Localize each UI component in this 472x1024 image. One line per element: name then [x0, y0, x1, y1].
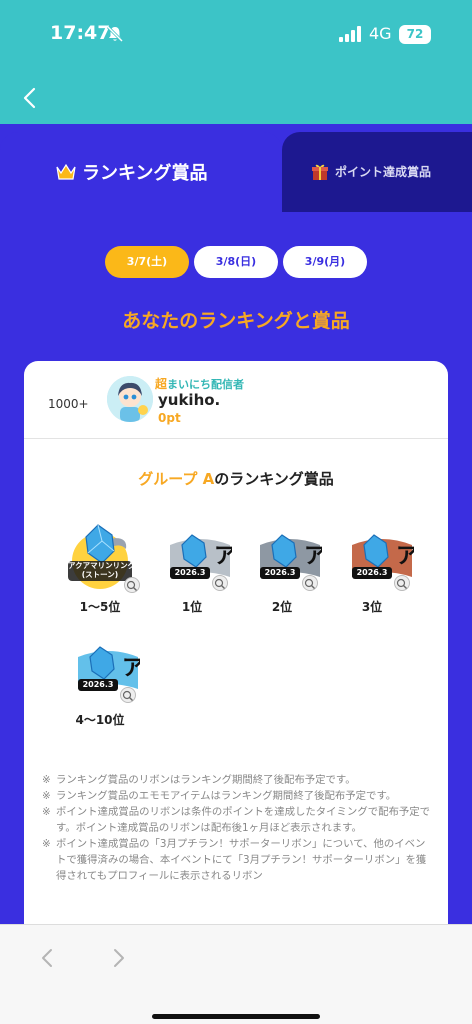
- prize-item-3[interactable]: ア 2026.3: [258, 531, 326, 595]
- svg-text:ア: ア: [396, 544, 414, 569]
- zoom-icon[interactable]: [120, 687, 136, 703]
- group-title-rest: のランキング賞品: [214, 470, 334, 488]
- zoom-icon[interactable]: [302, 575, 318, 591]
- back-chevron-icon[interactable]: [18, 84, 42, 112]
- tab-point-label: ポイント達成賞品: [335, 165, 432, 179]
- prize-item-1[interactable]: アクアマリンリング (ストーン): [64, 519, 140, 593]
- zoom-icon[interactable]: [212, 575, 228, 591]
- group-title: グループ Aのランキング賞品: [24, 468, 448, 489]
- zoom-icon[interactable]: [124, 577, 140, 593]
- note-mark: ※: [42, 838, 51, 850]
- prize-item-5[interactable]: ア 2026.3: [76, 643, 144, 707]
- prize-label-3: 2位: [271, 600, 293, 614]
- svg-text:ア: ア: [214, 544, 232, 569]
- browser-toolbar: [0, 924, 472, 1024]
- prize-item-2-year: 2026.3: [174, 568, 206, 577]
- tab-ranking-label: ランキング賞品: [82, 163, 208, 184]
- my-rank-row[interactable]: 1000+ 超まいにち配信者 yukiho. 0pt: [24, 361, 448, 439]
- section-title: あなたのランキングと賞品: [122, 310, 350, 332]
- user-badge: 超まいにち配信者: [155, 375, 244, 392]
- note-item: ※ ランキング賞品のエモモアイテムはランキング期間終了後配布予定です。: [42, 788, 434, 804]
- tab-point-prizes[interactable]: ポイント達成賞品: [282, 132, 472, 212]
- browser-forward-icon[interactable]: [110, 947, 128, 969]
- prize-label-4: 3位: [361, 600, 383, 614]
- prize-item-1-text: アクアマリンリング (ストーン): [68, 561, 136, 579]
- prize-item-5-year: 2026.3: [82, 680, 114, 689]
- battery-icon: 72: [399, 25, 431, 44]
- crown-icon: [56, 163, 76, 180]
- prize-item-3-year: 2026.3: [264, 568, 296, 577]
- note-mark: ※: [42, 790, 51, 802]
- svg-text:ア: ア: [122, 656, 140, 681]
- top-header: 17:47 4G 72: [0, 0, 472, 124]
- user-points: 0pt: [158, 411, 181, 425]
- prize-item-2[interactable]: ア 2026.3: [168, 531, 236, 595]
- browser-back-icon[interactable]: [38, 947, 56, 969]
- status-bar: 17:47 4G 72: [0, 0, 472, 64]
- note-item: ※ ポイント達成賞品のリボンは条件のポイントを達成したタイミングで配布予定です。ポ…: [42, 804, 434, 836]
- date-pill-3[interactable]: 3/9(月): [283, 246, 367, 278]
- note-item: ※ ランキング賞品のリボンはランキング期間終了後配布予定です。: [42, 772, 434, 788]
- note-text: ポイント達成賞品の「3月プチラン！サポーターリボン」について、他のイベントで獲得…: [56, 838, 427, 882]
- date-pill-1[interactable]: 3/7(土): [105, 246, 189, 278]
- prize-label-1: 1〜5位: [79, 600, 121, 614]
- user-badge-label: まいにち配信者: [167, 378, 245, 391]
- user-name: yukiho.: [158, 391, 221, 409]
- note-text: ランキング賞品のエモモアイテムはランキング期間終了後配布予定です。: [56, 790, 397, 802]
- zoom-icon[interactable]: [394, 575, 410, 591]
- group-name: グループ A: [138, 470, 215, 488]
- my-rank: 1000+: [48, 397, 89, 411]
- signal-icon: [339, 26, 361, 42]
- user-badge-prefix: 超: [155, 377, 168, 391]
- prize-item-4[interactable]: ア 2026.3: [350, 531, 418, 595]
- prize-label-5: 4〜10位: [75, 713, 125, 727]
- prize-label-2: 1位: [181, 600, 203, 614]
- note-item: ※ ポイント達成賞品の「3月プチラン！サポーターリボン」について、他のイベントで獲…: [42, 836, 434, 884]
- status-time: 17:47: [50, 22, 111, 44]
- note-mark: ※: [42, 806, 51, 818]
- notes-list: ※ ランキング賞品のリボンはランキング期間終了後配布予定です。 ※ ランキング賞品の…: [42, 772, 434, 884]
- avatar: [107, 376, 153, 422]
- prize-item-4-year: 2026.3: [356, 568, 388, 577]
- note-mark: ※: [42, 774, 51, 786]
- home-indicator: [152, 1014, 320, 1019]
- network-label: 4G: [369, 24, 392, 43]
- tab-ranking-prizes[interactable]: ランキング賞品: [0, 132, 282, 212]
- note-text: ポイント達成賞品のリボンは条件のポイントを達成したタイミングで配布予定です。ポイ…: [56, 806, 431, 834]
- note-text: ランキング賞品のリボンはランキング期間終了後配布予定です。: [56, 774, 356, 786]
- gift-icon: [312, 164, 328, 180]
- avatar-character-icon: [107, 376, 153, 422]
- date-pill-2[interactable]: 3/8(日): [194, 246, 278, 278]
- svg-text:ア: ア: [304, 544, 322, 569]
- bell-slash-icon: [106, 25, 124, 43]
